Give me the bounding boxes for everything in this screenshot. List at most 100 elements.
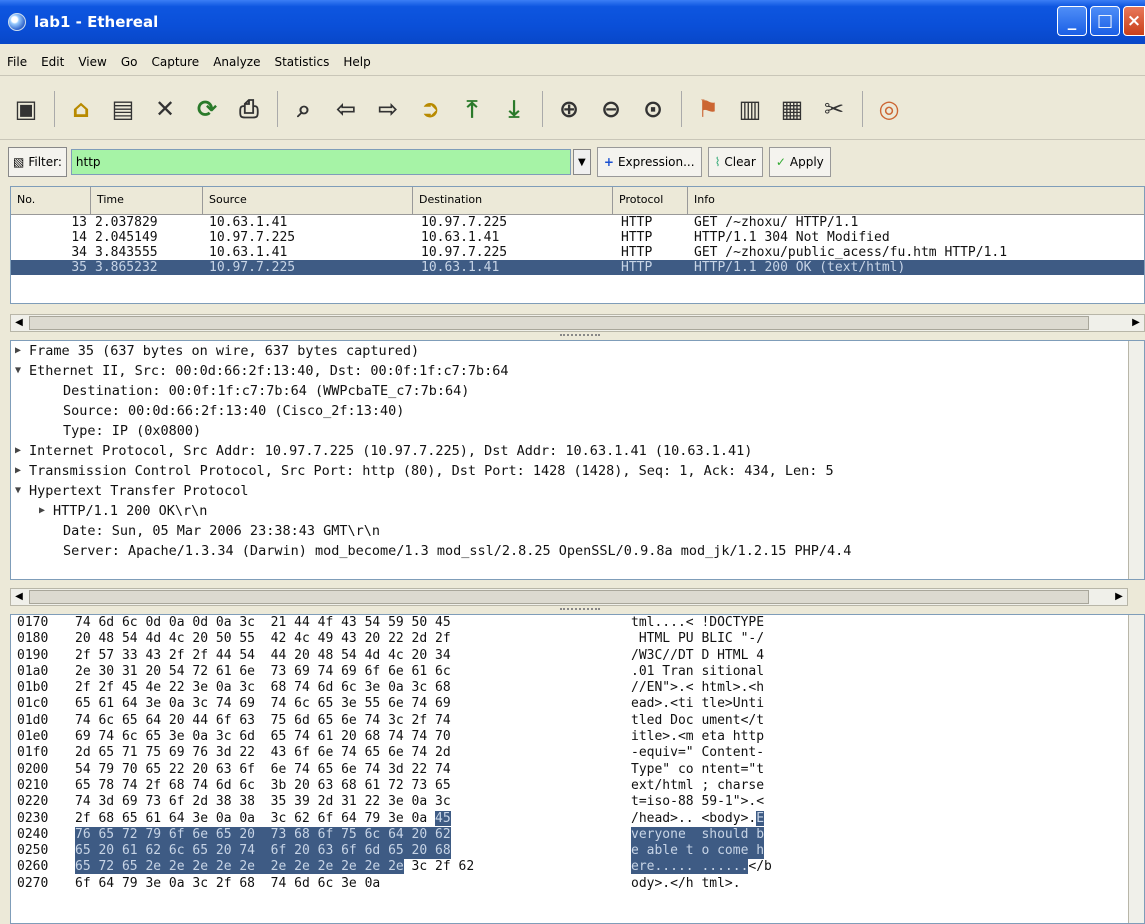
checkmark-icon: ✓ bbox=[775, 155, 786, 169]
tree-item-frame[interactable]: ▶ Frame 35 (637 bytes on wire, 637 bytes … bbox=[11, 341, 1144, 361]
go-to-first-icon[interactable]: ⤒ bbox=[454, 91, 490, 127]
maximize-button[interactable]: □ bbox=[1090, 6, 1120, 36]
hex-row[interactable]: 01d0 74 6c 65 64 20 44 6f 63 75 6d 65 6e … bbox=[11, 713, 1144, 729]
toolbar-separator bbox=[54, 90, 55, 127]
hex-row[interactable]: 0270 6f 64 79 3e 0a 3c 2f 68 74 6d 6c 3e … bbox=[11, 876, 1144, 892]
packet-row[interactable]: 13 2.037829 10.63.1.41 10.97.7.225 HTTP … bbox=[11, 215, 1144, 230]
packet-details-tree: ▶ Frame 35 (637 bytes on wire, 637 bytes … bbox=[10, 340, 1145, 580]
apply-button[interactable]: ✓ Apply bbox=[768, 147, 831, 177]
hex-row[interactable]: 0230 2f 68 65 61 64 3e 0a 0a 3c 62 6f 64 … bbox=[11, 810, 1144, 827]
zoom-in-icon[interactable]: ⊕ bbox=[551, 91, 587, 127]
hex-highlight: 76 65 72 79 6f 6e 65 20 73 68 6f 75 6c 6… bbox=[75, 826, 451, 844]
packet-row[interactable]: 14 2.045149 10.97.7.225 10.63.1.41 HTTP … bbox=[11, 230, 1144, 245]
go-to-packet-icon[interactable]: ➲ bbox=[412, 91, 448, 127]
reload-icon[interactable]: ⟳ bbox=[189, 91, 225, 127]
go-back-icon[interactable]: ⇦ bbox=[328, 91, 364, 127]
close-button[interactable]: × bbox=[1123, 6, 1145, 36]
scroll-thumb[interactable] bbox=[29, 590, 1089, 604]
tree-item-http[interactable]: ▼ Hypertext Transfer Protocol bbox=[11, 481, 1144, 501]
menu-bar: File Edit View Go Capture Analyze Statis… bbox=[0, 48, 1145, 76]
column-header-destination[interactable]: Destination bbox=[413, 187, 613, 214]
hex-row[interactable]: 0170 74 6d 6c 0d 0a 0d 0a 3c 21 44 4f 43 … bbox=[11, 615, 1144, 631]
hex-row[interactable]: 0190 2f 57 33 43 2f 2f 44 54 44 20 48 54 … bbox=[11, 648, 1144, 664]
clear-button[interactable]: ⌇ Clear bbox=[707, 147, 763, 177]
tree-item-ethernet[interactable]: ▼ Ethernet II, Src: 00:0d:66:2f:13:40, Ds… bbox=[11, 361, 1144, 381]
zoom-out-icon[interactable]: ⊖ bbox=[593, 91, 629, 127]
filter-dropdown-button[interactable]: ▼ bbox=[572, 149, 591, 175]
details-hscrollbar[interactable]: ◀ ▶ bbox=[10, 588, 1128, 606]
hex-row[interactable]: 0180 20 48 54 4d 4c 20 50 55 42 4c 49 43 … bbox=[11, 631, 1144, 647]
tree-item-eth-type[interactable]: Type: IP (0x0800) bbox=[11, 421, 1144, 441]
menu-edit[interactable]: Edit bbox=[41, 55, 64, 69]
hex-row[interactable]: 01e0 69 74 6c 65 3e 0a 3c 6d 65 74 61 20 … bbox=[11, 729, 1144, 745]
coloring-rules-icon[interactable]: ▦ bbox=[774, 91, 810, 127]
menu-analyze[interactable]: Analyze bbox=[213, 55, 260, 69]
expand-arrow-icon[interactable]: ▶ bbox=[15, 341, 21, 361]
details-vscrollbar[interactable] bbox=[1128, 341, 1144, 579]
interfaces-icon[interactable]: ▣ bbox=[8, 91, 44, 127]
expand-arrow-icon[interactable]: ▶ bbox=[15, 441, 21, 461]
save-icon[interactable]: ▤ bbox=[105, 91, 141, 127]
scroll-right-icon[interactable]: ▶ bbox=[1111, 589, 1127, 605]
column-header-protocol[interactable]: Protocol bbox=[613, 187, 688, 214]
toolbar-separator bbox=[862, 90, 863, 127]
menu-file[interactable]: File bbox=[7, 55, 27, 69]
scroll-left-icon[interactable]: ◀ bbox=[11, 315, 27, 331]
scroll-thumb[interactable] bbox=[29, 316, 1089, 330]
menu-capture[interactable]: Capture bbox=[151, 55, 199, 69]
menu-statistics[interactable]: Statistics bbox=[274, 55, 329, 69]
find-packet-icon[interactable]: ⌕ bbox=[286, 91, 322, 127]
zoom-normal-icon[interactable]: ⊙ bbox=[635, 91, 671, 127]
hex-row[interactable]: 0220 74 3d 69 73 6f 2d 38 38 35 39 2d 31 … bbox=[11, 794, 1144, 810]
expand-arrow-icon[interactable]: ▶ bbox=[15, 461, 21, 481]
hex-row[interactable]: 01b0 2f 2f 45 4e 22 3e 0a 3c 68 74 6d 6c … bbox=[11, 680, 1144, 696]
hex-row[interactable]: 0200 54 79 70 65 22 20 63 6f 6e 74 65 6e … bbox=[11, 762, 1144, 778]
packet-bytes-pane: 0170 74 6d 6c 0d 0a 0d 0a 3c 21 44 4f 43 … bbox=[10, 614, 1145, 924]
bytes-vscrollbar[interactable] bbox=[1128, 615, 1144, 923]
display-filters-icon[interactable]: ▥ bbox=[732, 91, 768, 127]
hex-row[interactable]: 0240 76 65 72 79 6f 6e 65 20 73 68 6f 75 … bbox=[11, 826, 1144, 844]
close-file-icon[interactable]: ✕ bbox=[147, 91, 183, 127]
tree-item-http-status[interactable]: ▶ HTTP/1.1 200 OK\r\n bbox=[11, 501, 1144, 521]
scroll-right-icon[interactable]: ▶ bbox=[1128, 315, 1144, 331]
column-header-time[interactable]: Time bbox=[91, 187, 203, 214]
packet-row[interactable]: 34 3.843555 10.63.1.41 10.97.7.225 HTTP … bbox=[11, 245, 1144, 260]
hex-row[interactable]: 01f0 2d 65 71 75 69 76 3d 22 43 6f 6e 74 … bbox=[11, 745, 1144, 761]
column-header-no[interactable]: No. bbox=[11, 187, 91, 214]
hex-row[interactable]: 01c0 65 61 64 3e 0a 3c 74 69 74 6c 65 3e … bbox=[11, 696, 1144, 712]
scroll-left-icon[interactable]: ◀ bbox=[11, 589, 27, 605]
hex-row[interactable]: 0250 65 20 61 62 6c 65 20 74 6f 20 63 6f … bbox=[11, 843, 1144, 860]
expand-arrow-icon[interactable]: ▶ bbox=[39, 501, 45, 521]
tree-item-eth-source[interactable]: Source: 00:0d:66:2f:13:40 (Cisco_2f:13:4… bbox=[11, 401, 1144, 421]
hex-row[interactable]: 0210 65 78 74 2f 68 74 6d 6c 3b 20 63 68 … bbox=[11, 778, 1144, 794]
tree-item-ip[interactable]: ▶ Internet Protocol, Src Addr: 10.97.7.22… bbox=[11, 441, 1144, 461]
expression-button[interactable]: + Expression... bbox=[596, 147, 702, 177]
toolbar-separator bbox=[277, 90, 278, 127]
menu-go[interactable]: Go bbox=[121, 55, 138, 69]
column-header-info[interactable]: Info bbox=[688, 187, 1144, 214]
packet-row-selected[interactable]: 35 3.865232 10.97.7.225 10.63.1.41 HTTP … bbox=[11, 260, 1144, 275]
filter-button[interactable]: ▧ Filter: bbox=[8, 147, 67, 177]
hex-row[interactable]: 0260 65 72 65 2e 2e 2e 2e 2e 2e 2e 2e 2e … bbox=[11, 859, 1144, 875]
collapse-arrow-icon[interactable]: ▼ bbox=[15, 481, 21, 501]
tree-item-http-date[interactable]: Date: Sun, 05 Mar 2006 23:38:43 GMT\r\n bbox=[11, 521, 1144, 541]
go-to-last-icon[interactable]: ⤓ bbox=[496, 91, 532, 127]
ethereal-app-icon bbox=[8, 13, 26, 31]
menu-help[interactable]: Help bbox=[343, 55, 370, 69]
preferences-icon[interactable]: ✂ bbox=[816, 91, 852, 127]
collapse-arrow-icon[interactable]: ▼ bbox=[15, 361, 21, 381]
help-icon[interactable]: ◎ bbox=[871, 91, 907, 127]
capture-filters-icon[interactable]: ⚑ bbox=[690, 91, 726, 127]
tree-item-eth-destination[interactable]: Destination: 00:0f:1f:c7:7b:64 (WWPcbaTE… bbox=[11, 381, 1144, 401]
print-icon[interactable]: ⎙ bbox=[231, 91, 267, 127]
tree-item-tcp[interactable]: ▶ Transmission Control Protocol, Src Port… bbox=[11, 461, 1144, 481]
menu-view[interactable]: View bbox=[78, 55, 106, 69]
minimize-button[interactable]: _ bbox=[1057, 6, 1087, 36]
hex-row[interactable]: 01a0 2e 30 31 20 54 72 61 6e 73 69 74 69 … bbox=[11, 664, 1144, 680]
go-forward-icon[interactable]: ⇨ bbox=[370, 91, 406, 127]
column-header-source[interactable]: Source bbox=[203, 187, 413, 214]
tree-item-http-server[interactable]: Server: Apache/1.3.34 (Darwin) mod_becom… bbox=[11, 541, 1144, 561]
filter-input[interactable] bbox=[70, 149, 571, 175]
open-folder-icon[interactable]: ⌂ bbox=[63, 91, 99, 127]
packet-list-hscrollbar[interactable]: ◀ ▶ bbox=[10, 314, 1145, 332]
